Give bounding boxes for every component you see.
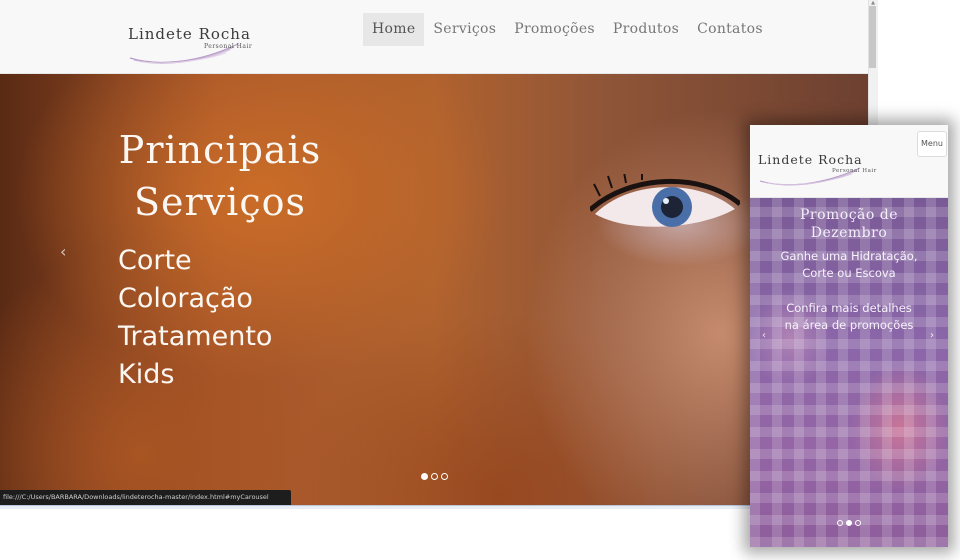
promo-details-line2: na área de promoções <box>784 318 914 332</box>
carousel-prev-icon[interactable]: ‹ <box>60 242 66 261</box>
promo-offer-line1: Ganhe uma Hidratação, <box>780 249 918 263</box>
main-nav: Home Serviços Promoções Produtos Contato… <box>363 13 772 46</box>
mobile-preview: Lindete Rocha Personal Hair Menu Promoçã… <box>750 125 948 547</box>
mobile-carousel-indicator-1[interactable] <box>837 520 843 526</box>
carousel-indicator-2[interactable] <box>431 473 438 480</box>
mobile-carousel-indicator-2[interactable] <box>846 520 852 526</box>
hero-carousel: Principais Serviços Corte Coloração Trat… <box>0 74 868 505</box>
promo-title-line1: Promoção de <box>799 207 899 223</box>
promo-offer-line2: Corte ou Escova <box>802 266 896 280</box>
mobile-carousel-indicators <box>837 520 861 526</box>
desktop-navbar: Lindete Rocha Personal Hair Home Serviço… <box>0 0 868 74</box>
service-item: Coloração <box>118 283 253 314</box>
logo-tagline: Personal Hair <box>204 43 253 50</box>
hero-title-line1: Principais <box>118 128 322 172</box>
promo-details-text: Confira mais detalhes na área de promoçõ… <box>750 300 948 334</box>
mobile-navbar: Lindete Rocha Personal Hair Menu <box>750 125 948 198</box>
service-item: Kids <box>118 359 175 390</box>
mobile-carousel-prev-icon[interactable]: ‹ <box>762 330 766 341</box>
services-list: Corte Coloração Tratamento Kids <box>118 242 272 394</box>
taskbar-strip <box>0 505 750 509</box>
hero-title-line2: Serviços <box>134 180 306 224</box>
mobile-logo[interactable]: Lindete Rocha Personal Hair <box>756 151 886 195</box>
carousel-indicator-3[interactable] <box>441 473 448 480</box>
service-item: Tratamento <box>118 321 273 352</box>
scrollbar-thumb[interactable] <box>869 6 876 68</box>
carousel-indicator-1[interactable] <box>421 473 428 480</box>
promo-details-line1: Confira mais detalhes <box>786 301 912 315</box>
nav-promocoes[interactable]: Promoções <box>505 13 604 46</box>
hero-eye-image <box>590 174 740 227</box>
promo-title-line2: Dezembro <box>810 225 888 241</box>
mobile-logo-tagline: Personal Hair <box>832 168 877 174</box>
browser-status-url: file:///C:/Users/BARBARA/Downloads/linde… <box>0 490 291 505</box>
desktop-browser-view: Lindete Rocha Personal Hair Home Serviço… <box>0 0 878 505</box>
nav-home[interactable]: Home <box>363 13 425 46</box>
mobile-logo-swoosh-icon <box>759 167 861 186</box>
nav-contatos[interactable]: Contatos <box>688 13 772 46</box>
mobile-carousel-next-icon[interactable]: › <box>930 330 934 341</box>
logo-swoosh-icon <box>129 43 239 64</box>
nav-produtos[interactable]: Produtos <box>604 13 688 46</box>
mobile-carousel-indicator-3[interactable] <box>855 520 861 526</box>
mobile-menu-button[interactable]: Menu <box>917 131 947 157</box>
desktop-logo[interactable]: Lindete Rocha Personal Hair <box>126 22 266 68</box>
promo-title: Promoção de Dezembro <box>750 206 948 242</box>
service-item: Corte <box>118 245 192 276</box>
promo-offer-text: Ganhe uma Hidratação, Corte ou Escova <box>750 248 948 282</box>
nav-servicos[interactable]: Serviços <box>424 13 505 46</box>
mobile-promo-carousel: Promoção de Dezembro Ganhe uma Hidrataçã… <box>750 198 948 547</box>
carousel-indicators <box>421 473 448 480</box>
hero-title: Principais Serviços <box>110 124 330 228</box>
